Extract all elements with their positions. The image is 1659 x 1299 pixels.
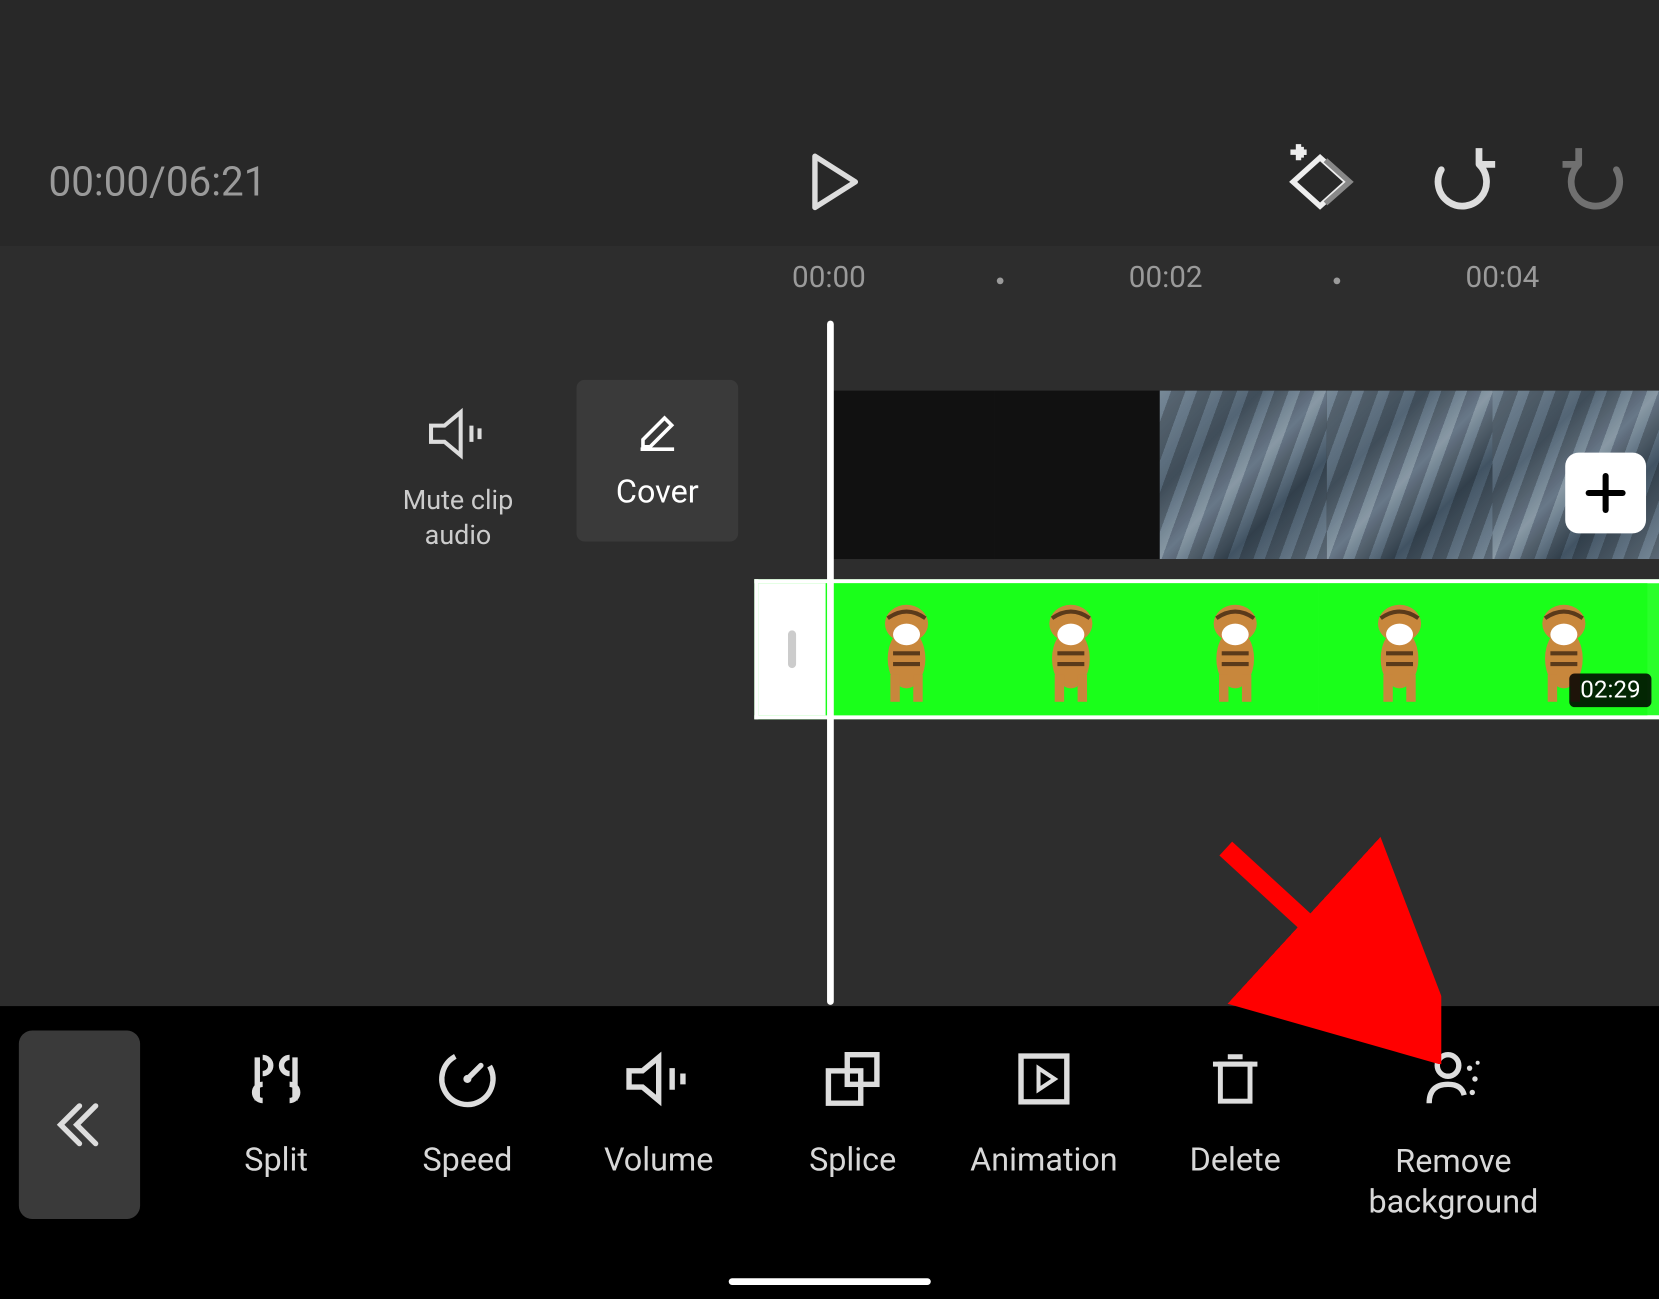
remove-background-icon [1421,1047,1486,1112]
playhead[interactable] [827,321,834,1005]
tool-label: Delete [1134,1141,1336,1179]
splice-icon [820,1047,885,1112]
video-thumbnail [1327,391,1493,559]
undo-button[interactable] [1428,148,1495,215]
speaker-icon [426,407,491,461]
tool-overflow[interactable]: S [1589,1041,1659,1178]
tool-label: Volume [558,1141,760,1179]
delete-icon [1206,1047,1265,1112]
overlay-clip[interactable]: 02:29 [754,579,1659,719]
tool-label: Split [175,1141,377,1179]
tool-split[interactable]: Split [175,1041,377,1178]
timeline[interactable]: 00:00 00:02 00:04 Mute clipaudio Cover [0,245,1659,1006]
tool-delete[interactable]: Delete [1134,1041,1336,1178]
tool-label: S [1589,1141,1659,1179]
video-thumbnail [1160,391,1326,559]
toolbar-back-button[interactable] [19,1030,140,1219]
home-indicator[interactable] [729,1278,931,1285]
main-video-track[interactable] [827,391,1659,559]
timeline-ruler[interactable]: 00:00 00:02 00:04 [0,245,1659,310]
tiger-icon [853,594,961,704]
tool-label: Splice [752,1141,954,1179]
video-thumbnail [827,391,993,559]
ruler-mark: 00:04 [1466,261,1540,295]
clip-thumbnail [990,583,1154,715]
tool-volume[interactable]: Volume [558,1041,760,1178]
cover-label: Cover [616,473,699,511]
clip-duration-badge: 02:29 [1569,674,1651,708]
volume-icon [624,1049,694,1108]
clip-thumbnail [1319,583,1483,715]
play-button[interactable] [801,151,863,213]
edit-toolbar: Split Speed Volume Splice Animation Dele… [0,1006,1659,1298]
tool-label: Animation [943,1141,1145,1179]
video-thumbnail [994,391,1160,559]
animation-icon [1012,1047,1077,1112]
playback-time: 00:00/06:21 [48,159,266,206]
add-keyframe-button[interactable] [1280,141,1361,222]
cover-button[interactable]: Cover [577,380,739,542]
tool-splice[interactable]: Splice [752,1041,954,1178]
split-icon [244,1047,309,1112]
tool-label: Speed [366,1141,568,1179]
preview-control-bar: 00:00/06:21 [0,0,1659,245]
speed-icon [435,1047,500,1112]
chevron-left-double-icon [53,1098,107,1152]
ruler-subtick [997,277,1004,284]
tool-label: Removebackground [1352,1141,1554,1222]
ruler-mark: 00:00 [792,261,866,295]
mute-clip-label: Mute clipaudio [377,482,539,552]
tool-speed[interactable]: Speed [366,1041,568,1178]
clip-thumbnail [1154,583,1318,715]
clip-trim-handle[interactable] [758,583,825,715]
redo-button[interactable] [1563,148,1630,215]
ruler-mark: 00:02 [1129,261,1203,295]
plus-icon [1581,469,1629,517]
pencil-icon [636,411,679,454]
clip-thumbnail [826,583,990,715]
tool-animation[interactable]: Animation [943,1041,1145,1178]
ruler-subtick [1334,277,1341,284]
tool-remove-background[interactable]: Removebackground [1352,1041,1554,1221]
mute-clip-audio-button[interactable]: Mute clipaudio [377,407,539,552]
add-media-button[interactable] [1565,453,1646,534]
